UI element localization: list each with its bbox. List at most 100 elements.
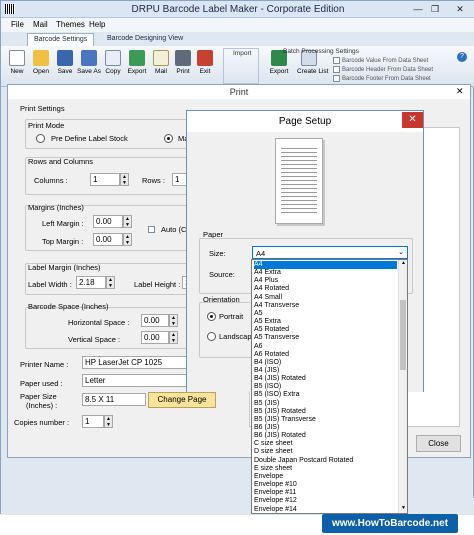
close-icon[interactable]: ✕ bbox=[402, 112, 423, 128]
export-icon bbox=[129, 50, 145, 66]
auto-checkbox[interactable] bbox=[148, 226, 155, 233]
dropdown-option[interactable]: A6 Rotated bbox=[254, 351, 397, 359]
dropdown-option[interactable]: B5 (ISO) bbox=[254, 383, 397, 391]
scrollbar[interactable]: ▲ ▼ bbox=[398, 260, 407, 513]
new-icon bbox=[9, 50, 25, 66]
label-width-stepper[interactable]: ▲ ▼ bbox=[106, 276, 115, 289]
horizontal-space-input[interactable]: 0.00 bbox=[141, 314, 169, 327]
dropdown-option[interactable]: Double Japan Postcard Rotated bbox=[254, 457, 397, 465]
dropdown-option[interactable]: B5 (JIS) Transverse bbox=[254, 416, 397, 424]
label-height-label: Label Height : bbox=[134, 280, 181, 289]
dropdown-option[interactable]: Envelope bbox=[254, 473, 397, 481]
checkbox[interactable] bbox=[333, 66, 340, 73]
radio-portrait[interactable] bbox=[207, 312, 216, 321]
change-page-button[interactable]: Change Page bbox=[148, 392, 216, 408]
batch-item-value[interactable]: Barcode Value From Data Sheet bbox=[333, 57, 433, 66]
dropdown-option[interactable]: A4 Small bbox=[254, 294, 397, 302]
dropdown-option[interactable]: A4 Transverse bbox=[254, 302, 397, 310]
dropdown-option[interactable]: A5 Rotated bbox=[254, 326, 397, 334]
dropdown-option[interactable]: B5 (JIS) Rotated bbox=[254, 408, 397, 416]
menu-help[interactable]: Help bbox=[89, 20, 105, 29]
dropdown-option[interactable]: B4 (ISO) bbox=[254, 359, 397, 367]
columns-label: Columns : bbox=[34, 176, 68, 185]
paper-size-unit: (Inches) : bbox=[26, 401, 58, 410]
dropdown-option[interactable]: Envelope #14 bbox=[254, 506, 397, 514]
dropdown-option[interactable]: A4 bbox=[254, 261, 397, 270]
menu-file[interactable]: File bbox=[11, 20, 24, 29]
radio-manual[interactable] bbox=[164, 134, 173, 143]
copies-input[interactable]: 1 bbox=[82, 415, 104, 428]
ribbon-toolbar: New Open Save Save As Copy Export Mail P… bbox=[1, 46, 474, 87]
open-button[interactable]: Open bbox=[29, 48, 53, 84]
copies-stepper[interactable]: ▲ ▼ bbox=[104, 415, 113, 428]
columns-input[interactable]: 1 bbox=[90, 173, 120, 186]
maximize-icon[interactable]: ❐ bbox=[428, 3, 442, 15]
top-margin-input[interactable]: 0.00 bbox=[93, 233, 123, 246]
dropdown-option[interactable]: A4 Rotated bbox=[254, 285, 397, 293]
mail-button[interactable]: Mail bbox=[149, 48, 173, 84]
tab-barcode-designing-view[interactable]: Barcode Designing View bbox=[101, 33, 189, 46]
new-button[interactable]: New bbox=[5, 48, 29, 84]
export-button[interactable]: Export bbox=[125, 48, 149, 84]
dropdown-option[interactable]: B6 (JIS) bbox=[254, 424, 397, 432]
menu-mail[interactable]: Mail bbox=[33, 20, 48, 29]
size-select[interactable]: A4 ⌄ bbox=[252, 246, 408, 259]
save-as-button[interactable]: Save As bbox=[77, 48, 101, 84]
close-button[interactable]: Close bbox=[416, 435, 461, 452]
batch-item-footer[interactable]: Barcode Footer From Data Sheet bbox=[333, 75, 433, 84]
vertical-space-stepper[interactable]: ▲ ▼ bbox=[169, 331, 178, 344]
dropdown-option[interactable]: A4 Extra bbox=[254, 269, 397, 277]
help-icon[interactable]: ? bbox=[457, 52, 467, 62]
dropdown-option[interactable]: B5 (JIS) bbox=[254, 400, 397, 408]
dropdown-option[interactable]: B4 (JIS) Rotated bbox=[254, 375, 397, 383]
copies-number-label: Copies number : bbox=[14, 418, 70, 427]
print-button[interactable]: Print bbox=[171, 48, 195, 84]
paper-size-dropdown-list[interactable]: A4 A4 Extra A4 Plus A4 Rotated A4 Small A4 Tr… bbox=[251, 259, 408, 514]
import-group-label: Import bbox=[233, 50, 252, 57]
tab-barcode-settings[interactable]: Barcode Settings bbox=[27, 33, 95, 46]
columns-stepper[interactable]: ▲ ▼ bbox=[120, 173, 129, 186]
scroll-thumb[interactable] bbox=[400, 300, 406, 370]
label-width-input[interactable]: 2.18 bbox=[76, 276, 106, 289]
dropdown-option[interactable]: A5 Extra bbox=[254, 318, 397, 326]
dropdown-option[interactable]: Envelope #12 bbox=[254, 497, 397, 505]
dropdown-option[interactable]: A5 bbox=[254, 310, 397, 318]
top-margin-stepper[interactable]: ▲ ▼ bbox=[123, 233, 132, 246]
mail-icon bbox=[153, 50, 169, 66]
left-margin-stepper[interactable]: ▲ ▼ bbox=[123, 215, 132, 228]
vertical-space-input[interactable]: 0.00 bbox=[141, 331, 169, 344]
dropdown-option[interactable]: B6 (JIS) Rotated bbox=[254, 432, 397, 440]
dropdown-option[interactable]: Envelope #11 bbox=[254, 489, 397, 497]
paper-size-label: Paper Size bbox=[20, 392, 57, 401]
minimize-icon[interactable]: — bbox=[411, 3, 425, 15]
dropdown-option[interactable]: Envelope #10 bbox=[254, 481, 397, 489]
save-button[interactable]: Save bbox=[53, 48, 77, 84]
dropdown-option[interactable]: A4 Plus bbox=[254, 277, 397, 285]
printer-icon bbox=[175, 50, 191, 66]
menu-themes[interactable]: Themes bbox=[56, 20, 85, 29]
dropdown-option[interactable]: E size sheet bbox=[254, 465, 397, 473]
dropdown-option[interactable]: B4 (JIS) bbox=[254, 367, 397, 375]
dropdown-option[interactable]: A6 bbox=[254, 343, 397, 351]
paper-used-value: Letter bbox=[82, 374, 188, 387]
scroll-down-icon[interactable]: ▼ bbox=[400, 505, 407, 513]
close-icon[interactable]: ✕ bbox=[453, 3, 467, 15]
radio-landscape[interactable] bbox=[207, 332, 216, 341]
radio-predefine[interactable] bbox=[36, 134, 45, 143]
left-margin-input[interactable]: 0.00 bbox=[93, 215, 123, 228]
dropdown-option[interactable]: B5 (ISO) Extra bbox=[254, 391, 397, 399]
exit-button[interactable]: Exit bbox=[193, 48, 217, 84]
printer-name-value: HP LaserJet CP 1025 bbox=[82, 356, 188, 369]
checkbox[interactable] bbox=[333, 57, 340, 64]
scroll-up-icon[interactable]: ▲ bbox=[400, 260, 407, 268]
checkbox[interactable] bbox=[333, 75, 340, 82]
close-icon[interactable]: ✕ bbox=[456, 86, 464, 97]
copy-button[interactable]: Copy bbox=[101, 48, 125, 84]
horizontal-space-stepper[interactable]: ▲ ▼ bbox=[169, 314, 178, 327]
dropdown-option[interactable]: D size sheet bbox=[254, 448, 397, 456]
menu-bar: File Mail Themes Help bbox=[1, 18, 474, 32]
batch-item-header[interactable]: Barcode Header From Data Sheet bbox=[333, 66, 433, 75]
save-as-icon bbox=[81, 50, 97, 66]
dropdown-option[interactable]: C size sheet bbox=[254, 440, 397, 448]
dropdown-option[interactable]: A5 Transverse bbox=[254, 334, 397, 342]
